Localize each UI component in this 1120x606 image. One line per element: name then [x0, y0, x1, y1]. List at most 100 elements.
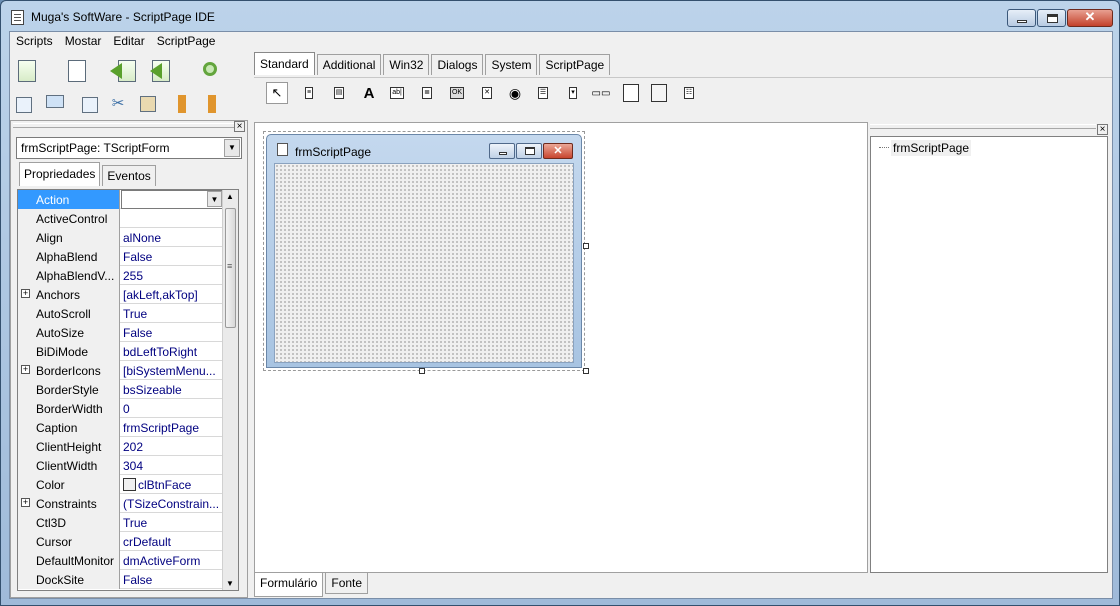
property-row[interactable]: AlphaBlendV... 255 — [18, 266, 224, 285]
menu-scriptpage[interactable]: ScriptPage — [151, 32, 222, 52]
resize-handle[interactable] — [583, 368, 589, 374]
property-row[interactable]: Caption frmScriptPage — [18, 418, 224, 437]
scroll-thumb[interactable] — [225, 208, 236, 328]
new-script-button[interactable] — [14, 58, 40, 84]
property-value[interactable] — [121, 209, 224, 228]
tab-propriedades[interactable]: Propriedades — [19, 162, 101, 186]
radiogroup-icon[interactable] — [648, 82, 670, 104]
tab-formulario[interactable]: Formulário — [254, 573, 324, 597]
memo-icon[interactable]: ≣ — [416, 82, 438, 104]
property-value[interactable]: False — [121, 570, 224, 589]
copy-icon[interactable] — [82, 97, 98, 113]
minimize-button[interactable] — [1007, 9, 1036, 27]
mainmenu-icon[interactable]: ≡ — [298, 82, 320, 104]
import-button[interactable] — [148, 58, 174, 84]
form-icon[interactable] — [16, 97, 32, 113]
window-icon[interactable] — [46, 95, 64, 108]
property-value[interactable]: False — [121, 323, 224, 342]
property-row[interactable]: AutoSize False — [18, 323, 224, 342]
popupmenu-icon[interactable]: ▤ — [328, 82, 350, 104]
property-row[interactable]: ActiveControl — [18, 209, 224, 228]
property-value[interactable]: alNone — [121, 228, 224, 247]
property-row[interactable]: Action ▼ — [18, 190, 224, 209]
paste-icon[interactable] — [140, 96, 156, 112]
label-icon[interactable]: A — [358, 82, 380, 104]
form-designer[interactable]: frmScriptPage ✕ — [254, 122, 868, 573]
close-button[interactable]: ✕ — [1067, 9, 1113, 27]
form-maximize-button[interactable] — [516, 143, 542, 159]
open-script-button[interactable] — [64, 58, 90, 84]
property-value[interactable]: [biSystemMenu... — [121, 361, 224, 380]
tab-win32[interactable]: Win32 — [383, 54, 430, 75]
object-selector[interactable]: frmScriptPage: TScriptForm ▼ — [16, 137, 242, 159]
tab-eventos[interactable]: Eventos — [102, 165, 156, 186]
tree-panel-grip[interactable] — [870, 124, 1096, 129]
property-row[interactable]: ClientHeight 202 — [18, 437, 224, 456]
property-value[interactable]: 255 — [121, 266, 224, 285]
tab-fonte[interactable]: Fonte — [325, 573, 369, 594]
property-row[interactable]: Align alNone — [18, 228, 224, 247]
run-button[interactable] — [198, 58, 224, 84]
expand-icon[interactable]: + — [21, 289, 30, 298]
property-row[interactable]: BorderStyle bsSizeable — [18, 380, 224, 399]
checkbox-icon[interactable]: ✕ — [476, 82, 498, 104]
property-value[interactable]: [akLeft,akTop] — [121, 285, 224, 304]
property-value[interactable]: 0 — [121, 399, 224, 418]
property-value[interactable]: 304 — [121, 456, 224, 475]
property-value[interactable]: False — [121, 247, 224, 266]
property-row[interactable]: DockSite False — [18, 570, 224, 589]
panel-icon[interactable]: ☷ — [678, 82, 700, 104]
tree-panel-close-button[interactable]: × — [1097, 124, 1108, 135]
pointer-icon[interactable]: ↖ — [266, 82, 288, 104]
form-client-grid[interactable] — [274, 163, 574, 363]
property-value[interactable]: frmScriptPage — [121, 418, 224, 437]
property-row[interactable]: + Constraints (TSizeConstrain... — [18, 494, 224, 513]
property-row[interactable]: Ctl3D True — [18, 513, 224, 532]
groupbox-icon[interactable] — [620, 82, 642, 104]
edit-icon[interactable]: ab| — [386, 82, 408, 104]
resize-handle[interactable] — [419, 368, 425, 374]
back-button[interactable] — [110, 58, 136, 84]
bring-to-front-icon[interactable] — [178, 95, 186, 113]
property-row[interactable]: + BorderIcons [biSystemMenu... — [18, 361, 224, 380]
title-bar[interactable]: Muga's SoftWare - ScriptPage IDE ✕ — [1, 1, 1119, 31]
property-row[interactable]: AlphaBlend False — [18, 247, 224, 266]
form-minimize-button[interactable] — [489, 143, 515, 159]
property-value[interactable]: dmActiveForm — [121, 551, 224, 570]
resize-handle[interactable] — [583, 243, 589, 249]
property-row[interactable]: AutoScroll True — [18, 304, 224, 323]
property-value[interactable]: (TSizeConstrain... — [121, 494, 224, 513]
menu-mostar[interactable]: Mostar — [59, 32, 108, 52]
tree-node-root[interactable]: frmScriptPage — [891, 140, 972, 156]
maximize-button[interactable] — [1037, 9, 1066, 27]
scrollbar-icon[interactable]: ▭▭ — [590, 82, 612, 104]
button-icon[interactable]: OK — [446, 82, 468, 104]
combobox-icon[interactable]: ▾ — [562, 82, 584, 104]
property-row[interactable]: BorderWidth 0 — [18, 399, 224, 418]
form-frame[interactable]: frmScriptPage ✕ — [266, 134, 582, 368]
property-value[interactable]: True — [121, 513, 224, 532]
property-grid-scrollbar[interactable]: ▲ ▼ — [222, 190, 238, 590]
send-to-back-icon[interactable] — [208, 95, 216, 113]
tab-scriptpage[interactable]: ScriptPage — [539, 54, 611, 75]
chevron-down-icon[interactable]: ▼ — [224, 139, 240, 157]
inspector-grip[interactable] — [13, 123, 235, 128]
property-row[interactable]: + Anchors [akLeft,akTop] — [18, 285, 224, 304]
property-row[interactable]: Color clBtnFace — [18, 475, 224, 494]
chevron-down-icon[interactable]: ▼ — [207, 191, 222, 207]
inspector-close-button[interactable]: × — [234, 121, 245, 132]
property-row[interactable]: Cursor crDefault — [18, 532, 224, 551]
menu-scripts[interactable]: Scripts — [10, 32, 59, 52]
expand-icon[interactable]: + — [21, 498, 30, 507]
property-value[interactable]: ▼ — [121, 190, 224, 209]
expand-icon[interactable]: + — [21, 365, 30, 374]
tab-dialogs[interactable]: Dialogs — [431, 54, 484, 75]
tab-additional[interactable]: Additional — [316, 54, 382, 75]
property-value[interactable]: clBtnFace — [121, 475, 224, 494]
menu-editar[interactable]: Editar — [107, 32, 150, 52]
scroll-up-icon[interactable]: ▲ — [226, 192, 234, 201]
property-value[interactable]: bsSizeable — [121, 380, 224, 399]
property-row[interactable]: ClientWidth 304 — [18, 456, 224, 475]
scroll-down-icon[interactable]: ▼ — [226, 579, 234, 588]
form-close-button[interactable]: ✕ — [543, 143, 573, 159]
